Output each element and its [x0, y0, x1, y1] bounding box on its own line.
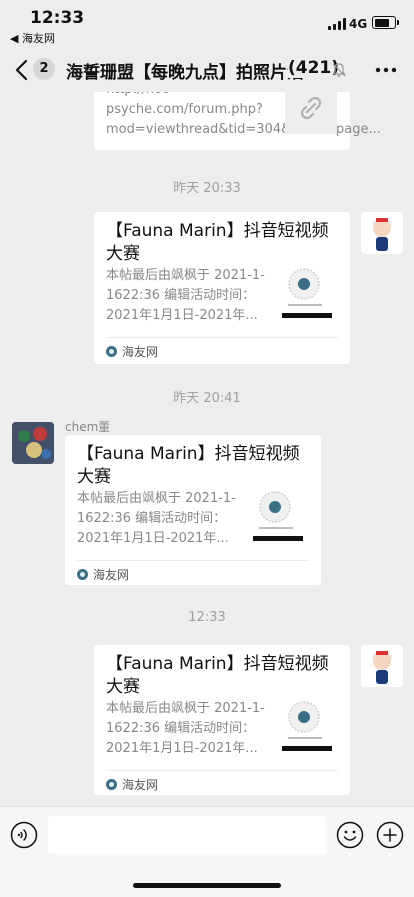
qr-code-icon	[282, 701, 332, 751]
avatar[interactable]	[12, 422, 54, 464]
article-card[interactable]: 【Fauna Marin】抖音短视频大赛 本帖最后由飒枫于 2021-1-162…	[94, 212, 350, 364]
timestamp: 昨天 20:41	[173, 391, 241, 406]
card-divider	[77, 560, 309, 561]
message-input[interactable]	[48, 816, 326, 854]
back-chevron-icon[interactable]	[10, 56, 34, 84]
article-source: 海友网	[106, 776, 158, 793]
link-card-text: http://hoo-psyche.com/forum.php?mod=view…	[106, 92, 381, 137]
card-divider	[106, 337, 338, 338]
article-source: 海友网	[77, 566, 129, 583]
timestamp: 12:33	[188, 610, 226, 625]
article-title: 【Fauna Marin】抖音短视频大赛	[106, 221, 329, 264]
card-divider	[106, 770, 338, 771]
status-bar: 12:33 ◀ 海友网 4G	[0, 0, 414, 46]
source-logo-icon	[106, 346, 117, 357]
link-thumbnail	[285, 92, 337, 134]
input-bar	[0, 806, 414, 897]
back-to-app-link[interactable]: ◀ 海友网	[10, 30, 55, 46]
article-card[interactable]: 【Fauna Marin】抖音短视频大赛 本帖最后由飒枫于 2021-1-162…	[65, 435, 321, 585]
avatar[interactable]	[361, 212, 403, 254]
mute-icon	[332, 63, 346, 77]
article-desc: 本帖最后由飒枫于 2021-1-1622:36 编辑活动时间：2021年1月1日…	[77, 491, 236, 546]
network-label: 4G	[349, 17, 368, 31]
qr-code-icon	[282, 268, 332, 318]
voice-icon[interactable]	[10, 821, 38, 849]
link-card-partial[interactable]: http://hoo-psyche.com/forum.php?mod=view…	[94, 92, 381, 150]
chat-area[interactable]: http://hoo-psyche.com/forum.php?mod=view…	[0, 92, 414, 806]
battery-icon	[372, 16, 399, 29]
source-logo-icon	[106, 779, 117, 790]
plus-icon[interactable]	[376, 821, 404, 849]
avatar[interactable]	[361, 645, 403, 687]
article-card[interactable]: 【Fauna Marin】抖音短视频大赛 本帖最后由飒枫于 2021-1-162…	[94, 645, 350, 795]
status-time: 12:33	[30, 8, 85, 28]
more-icon[interactable]	[374, 60, 398, 80]
article-title: 【Fauna Marin】抖音短视频大赛	[77, 444, 300, 487]
article-desc: 本帖最后由飒枫于 2021-1-1622:36 编辑活动时间：2021年1月1日…	[106, 268, 265, 323]
emoji-icon[interactable]	[336, 821, 364, 849]
nav-bar: 2 海誓珊盟【每晚九点】拍照片活动群 (421)	[0, 48, 414, 92]
qr-code-icon	[253, 491, 303, 541]
source-logo-icon	[77, 569, 88, 580]
unread-badge[interactable]: 2	[33, 58, 55, 80]
article-title: 【Fauna Marin】抖音短视频大赛	[106, 654, 329, 697]
sender-name: chem董	[65, 420, 111, 434]
article-source: 海友网	[106, 343, 158, 360]
timestamp: 昨天 20:33	[173, 181, 241, 196]
signal-icon	[328, 18, 346, 30]
home-indicator	[133, 883, 281, 888]
link-icon	[300, 96, 322, 120]
article-desc: 本帖最后由飒枫于 2021-1-1622:36 编辑活动时间：2021年1月1日…	[106, 701, 265, 756]
